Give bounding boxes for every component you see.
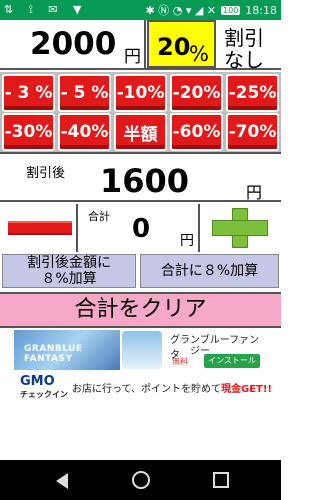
price-row: 2000 円 20 % 割引 なし — [0, 20, 281, 72]
rate-display[interactable]: 20 % — [147, 20, 216, 68]
add-tax-after-discount-line1: 割引後金額に — [27, 255, 111, 271]
discount-10-button[interactable]: -10% — [114, 74, 167, 112]
discount-half-button[interactable]: 半額 — [114, 113, 167, 151]
discount-3-button[interactable]: - 3 % — [2, 74, 55, 112]
discount-30-button[interactable]: -30% — [2, 113, 55, 151]
minus-button[interactable] — [0, 204, 78, 252]
discount-70-button[interactable]: -70% — [226, 113, 279, 151]
discount-5-button[interactable]: - 5 % — [58, 74, 111, 112]
battery-icon: 100 — [221, 5, 241, 15]
no-discount-button[interactable]: 割引 なし — [216, 20, 281, 72]
ad-free-label: 無料 — [172, 357, 188, 366]
discounted-price-row: 割引後 1600 円 — [0, 152, 281, 202]
discount-20-button[interactable]: -20% — [170, 74, 223, 112]
ad-banner-gmo[interactable]: GMO チェックイン お店に行って、ポイントを貯めて現金GET!! — [0, 372, 281, 402]
status-right-icons: ✱ Ⓝ ◔ ▾ ◢ ✕ — [145, 4, 217, 17]
ad-thumbnail-icon — [122, 331, 162, 369]
discount-25-button[interactable]: -25% — [226, 74, 279, 112]
discount-60-button[interactable]: -60% — [170, 113, 223, 151]
rate-value: 20 — [157, 33, 191, 61]
gmo-highlight: 現金GET!! — [221, 384, 272, 395]
add-tax-after-discount-button[interactable]: 割引後金額に ８%加算 — [2, 254, 136, 288]
discounted-value: 1600 — [100, 162, 190, 200]
add-tax-row: 割引後金額に ８%加算 合計に８%加算 — [0, 252, 281, 290]
total-label: 合計 — [88, 210, 110, 223]
plus-icon-bar — [212, 220, 268, 236]
gmo-logo: GMO — [20, 374, 55, 389]
total-unit: 円 — [180, 233, 194, 249]
add-tax-after-discount-line2: ８%加算 — [41, 271, 97, 287]
ad-install-button[interactable]: インストール — [204, 354, 260, 368]
rate-unit: % — [189, 42, 209, 66]
status-time: 18:18 — [245, 3, 277, 17]
price-value: 2000 — [30, 26, 117, 62]
recent-apps-icon[interactable] — [213, 472, 229, 488]
discounted-unit: 円 — [246, 183, 263, 202]
back-icon[interactable] — [56, 473, 68, 489]
ad-logo-text: GRANBLUE FANTASY — [24, 344, 83, 364]
clear-total-button[interactable]: 合計をクリア — [0, 292, 281, 328]
status-left-icons: ⇅ ⟟ ✉ ▼ — [4, 3, 88, 16]
plus-button[interactable] — [202, 204, 281, 252]
discount-grid: - 3 % - 5 % -10% -20% -25% -30% -40% 半額 … — [0, 72, 281, 152]
gmo-text: お店に行って、ポイントを貯めて現金GET!! — [72, 380, 272, 395]
no-discount-label-line2: なし — [224, 48, 264, 72]
home-icon[interactable] — [132, 471, 150, 489]
gmo-message: お店に行って、ポイントを貯めて — [72, 384, 221, 395]
nav-bar — [0, 460, 281, 500]
status-right: ✱ Ⓝ ◔ ▾ ◢ ✕ 100 18:18 — [146, 2, 277, 18]
total-display: 合計 0 円 — [80, 204, 200, 252]
ad-banner-image: GRANBLUE FANTASY — [14, 330, 120, 370]
gmo-sub-logo: チェックイン — [20, 390, 68, 399]
add-tax-to-total-button[interactable]: 合計に８%加算 — [140, 254, 279, 288]
app-root: ⇅ ⟟ ✉ ▼ ✱ Ⓝ ◔ ▾ ◢ ✕ 100 18:18 2000 円 20 … — [0, 0, 281, 500]
ad-banner-granblue[interactable]: GRANBLUE FANTASY グランブルーファンタ ジー 無料 インストール — [14, 330, 265, 370]
minus-icon — [8, 221, 72, 235]
discount-40-button[interactable]: -40% — [58, 113, 111, 151]
status-bar: ⇅ ⟟ ✉ ▼ ✱ Ⓝ ◔ ▾ ◢ ✕ 100 18:18 — [0, 0, 281, 20]
total-value: 0 — [132, 214, 151, 244]
total-row: 合計 0 円 — [0, 204, 281, 252]
price-unit: 円 — [124, 47, 141, 67]
discounted-label: 割引後 — [26, 166, 66, 181]
price-display[interactable]: 2000 円 — [0, 20, 146, 68]
